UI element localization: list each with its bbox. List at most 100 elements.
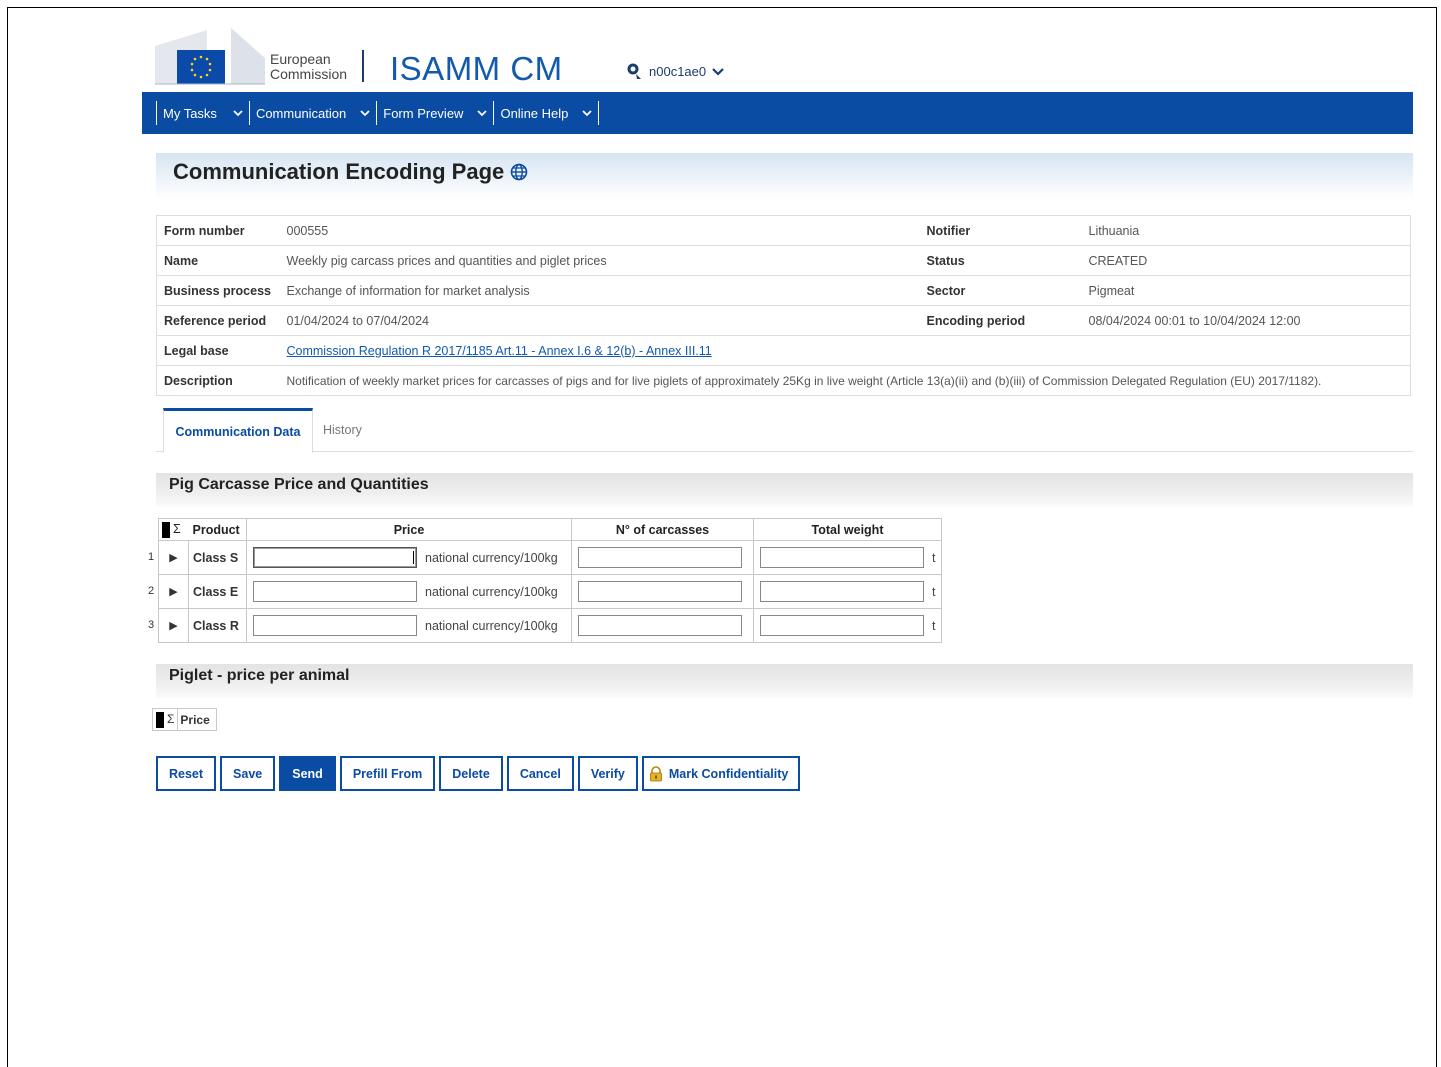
- info-row: Description Notification of weekly marke…: [156, 365, 1411, 396]
- weight-input[interactable]: [760, 615, 924, 636]
- price-cell: national currency/100kg: [246, 574, 572, 609]
- business-process-value: Exchange of information for market analy…: [279, 275, 920, 306]
- chevron-down-icon: [582, 110, 593, 117]
- table-row: ▶ Class S national currency/100kg t: [158, 540, 942, 575]
- expand-row-icon[interactable]: ▶: [158, 540, 189, 575]
- carcasse-grid: Σ Product Price N° of carcasses Total we…: [158, 518, 942, 643]
- weight-cell: t: [753, 574, 942, 609]
- info-row: Legal base Commission Regulation R 2017/…: [156, 335, 1411, 366]
- carcasses-input[interactable]: [578, 615, 742, 636]
- section-title: Piglet - price per animal: [169, 667, 350, 684]
- status-label: Status: [919, 245, 1082, 276]
- sum-icon[interactable]: Σ: [164, 712, 177, 726]
- notifier-label: Notifier: [919, 215, 1082, 246]
- price-input[interactable]: [253, 547, 417, 568]
- nav-label: Communication: [255, 105, 347, 121]
- column-toggle-icon[interactable]: [156, 711, 164, 728]
- info-row: Reference period 01/04/2024 to 07/04/202…: [156, 305, 1411, 336]
- nav-label: Form Preview: [383, 105, 464, 121]
- reset-button[interactable]: Reset: [156, 756, 217, 791]
- tab-bar: Communication Data History: [156, 408, 1413, 453]
- legal-base-label: Legal base: [156, 335, 280, 366]
- send-button[interactable]: Send: [279, 756, 336, 791]
- section-title: Pig Carcasse Price and Quantities: [169, 476, 429, 493]
- main-nav: My Tasks Communication Form Preview Onli…: [142, 92, 1413, 134]
- table-row: ▶ Class R national currency/100kg t: [158, 608, 942, 643]
- legal-base-link[interactable]: Commission Regulation R 2017/1185 Art.11…: [287, 344, 712, 358]
- reference-period-value: 01/04/2024 to 07/04/2024: [279, 305, 920, 336]
- save-button[interactable]: Save: [220, 756, 276, 791]
- business-process-label: Business process: [156, 275, 280, 306]
- description-label: Description: [156, 365, 280, 396]
- weight-unit: t: [932, 550, 936, 565]
- prefill-from-button[interactable]: Prefill From: [339, 756, 436, 791]
- expand-row-icon[interactable]: ▶: [158, 608, 189, 643]
- encoding-period-value: 08/04/2024 00:01 to 10/04/2024 12:00: [1081, 305, 1411, 336]
- price-input[interactable]: [253, 581, 417, 602]
- header-separator: [362, 50, 364, 82]
- carcasses-cell: [571, 540, 754, 575]
- row-number: 3: [148, 619, 155, 631]
- row-number: 2: [148, 585, 155, 597]
- mark-confidentiality-label: Mark Confidentiality: [668, 766, 789, 781]
- sum-icon[interactable]: Σ: [170, 522, 184, 536]
- verify-button[interactable]: Verify: [577, 756, 638, 791]
- notifier-value: Lithuania: [1081, 215, 1411, 246]
- price-unit: national currency/100kg: [425, 550, 558, 565]
- description-value: Notification of weekly market prices for…: [279, 365, 1411, 396]
- chevron-down-icon: [233, 110, 243, 117]
- name-label: Name: [156, 245, 280, 276]
- product-cell: Class S: [188, 540, 247, 575]
- nav-label: My Tasks: [163, 105, 217, 121]
- page-title: Communication Encoding Page: [173, 159, 528, 185]
- legal-base-cell: Commission Regulation R 2017/1185 Art.11…: [279, 335, 1411, 366]
- product-cell: Class R: [188, 608, 247, 643]
- form-number-label: Form number: [156, 215, 280, 246]
- table-row: ▶ Class E national currency/100kg t: [158, 574, 942, 609]
- header-price: Price: [177, 708, 217, 731]
- price-cell: national currency/100kg: [246, 608, 572, 643]
- chevron-down-icon: [712, 67, 724, 76]
- nav-online-help[interactable]: Online Help: [493, 101, 600, 125]
- cancel-button[interactable]: Cancel: [506, 756, 574, 791]
- weight-unit: t: [932, 584, 936, 599]
- carcasses-input[interactable]: [578, 547, 742, 568]
- org-line-1: European: [270, 51, 331, 67]
- info-row: Name Weekly pig carcass prices and quant…: [156, 245, 1411, 276]
- section-piglet: Piglet - price per animal: [156, 664, 1413, 698]
- mark-confidentiality-button[interactable]: Mark Confidentiality: [641, 756, 801, 791]
- user-menu[interactable]: n00c1ae0: [625, 62, 724, 80]
- chevron-down-icon: [360, 110, 370, 117]
- header: European Commission ISAMM CM n00c1ae0: [155, 28, 855, 90]
- status-value: CREATED: [1081, 245, 1411, 276]
- weight-cell: t: [753, 540, 942, 575]
- header-carcasses: N° of carcasses: [571, 518, 754, 541]
- user-icon: [627, 63, 641, 79]
- weight-input[interactable]: [760, 547, 924, 568]
- weight-input[interactable]: [760, 581, 924, 602]
- tab-history[interactable]: History: [323, 408, 362, 452]
- sector-label: Sector: [919, 275, 1082, 306]
- weight-unit: t: [932, 618, 936, 633]
- header-total-weight: Total weight: [753, 518, 942, 541]
- delete-button[interactable]: Delete: [439, 756, 503, 791]
- globe-icon[interactable]: [510, 163, 528, 181]
- expand-row-icon[interactable]: ▶: [158, 574, 189, 609]
- grid-header-tools: Σ: [158, 518, 189, 541]
- reference-period-label: Reference period: [156, 305, 280, 336]
- tab-communication-data[interactable]: Communication Data: [163, 408, 313, 453]
- nav-form-preview[interactable]: Form Preview: [376, 101, 493, 125]
- nav-communication[interactable]: Communication: [248, 101, 376, 125]
- carcasses-input[interactable]: [578, 581, 742, 602]
- info-row: Business process Exchange of information…: [156, 275, 1411, 306]
- lock-icon: [649, 765, 662, 781]
- column-toggle-icon[interactable]: [162, 521, 170, 538]
- carcasses-cell: [571, 574, 754, 609]
- chevron-down-icon: [477, 110, 488, 117]
- carcasses-cell: [571, 608, 754, 643]
- encoding-period-label: Encoding period: [919, 305, 1082, 336]
- price-input[interactable]: [253, 615, 417, 636]
- price-unit: national currency/100kg: [425, 584, 558, 599]
- nav-my-tasks[interactable]: My Tasks: [156, 101, 249, 125]
- title-band: Communication Encoding Page: [156, 153, 1413, 201]
